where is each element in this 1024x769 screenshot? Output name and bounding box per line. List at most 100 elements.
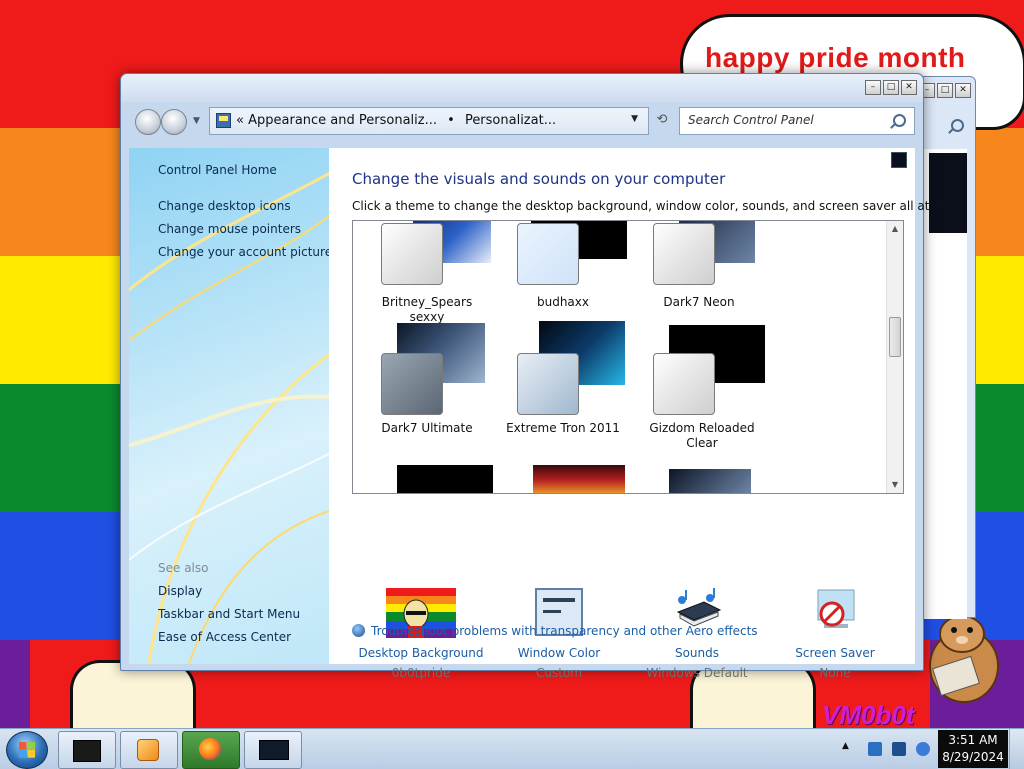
firefox-icon: [199, 738, 221, 760]
theme-item-britney[interactable]: Britney_Spears sexxy: [367, 221, 491, 327]
close-icon[interactable]: ✕: [955, 83, 971, 98]
hamster-image: [929, 615, 999, 703]
change-account-picture-link[interactable]: Change your account picture: [158, 245, 329, 259]
taskbar-item-explorer[interactable]: [58, 731, 116, 769]
show-hidden-icons-icon[interactable]: ▲: [842, 741, 849, 751]
background-window-thumbnail: [929, 153, 967, 233]
troubleshoot-label[interactable]: Troubleshoot problems with transparency …: [371, 624, 758, 638]
screen-saver-value: None: [819, 666, 851, 680]
scroll-thumb[interactable]: [889, 317, 901, 357]
recent-pages-dropdown[interactable]: ▼: [193, 116, 200, 126]
theme-list[interactable]: Britney_Spears sexxy budhaxx Dark7 Neon …: [352, 220, 904, 494]
theme-label: Dark7 Ultimate: [381, 421, 473, 435]
breadcrumb-prefix[interactable]: «: [236, 113, 244, 128]
change-desktop-icons-link[interactable]: Change desktop icons: [158, 199, 291, 213]
personalization-window: – □ ✕ ▼ « Appearance and Personaliz... •…: [120, 73, 966, 680]
theme-thumbnail: [653, 223, 715, 285]
theme-thumbnail: [653, 353, 715, 415]
troubleshoot-link[interactable]: Troubleshoot problems with transparency …: [352, 624, 758, 638]
theme-label: Dark7 Neon: [663, 295, 735, 309]
desktop-background-value: 0b0tpride: [391, 666, 451, 680]
taskbar-item-control-panel[interactable]: [244, 731, 302, 769]
display-link[interactable]: Display: [158, 584, 202, 598]
system-tray: ▲: [842, 731, 938, 767]
window-color-label[interactable]: Window Color: [489, 646, 629, 660]
caption-buttons: – □ ✕: [865, 80, 917, 95]
theme-thumbnail: [381, 353, 443, 415]
show-desktop-button[interactable]: [1009, 729, 1024, 769]
theme-thumbnail[interactable]: [533, 465, 625, 493]
minimize-icon[interactable]: –: [865, 80, 881, 95]
scroll-down-icon[interactable]: ▼: [887, 477, 903, 493]
ease-of-access-link[interactable]: Ease of Access Center: [158, 630, 291, 644]
see-also-heading: See also: [158, 561, 209, 575]
breadcrumb: « Appearance and Personaliz... • Persona…: [236, 113, 556, 128]
change-mouse-pointers-link[interactable]: Change mouse pointers: [158, 222, 301, 236]
theme-thumbnail: [517, 223, 579, 285]
close-icon[interactable]: ✕: [901, 80, 917, 95]
theme-thumbnail: [517, 353, 579, 415]
address-bar[interactable]: « Appearance and Personaliz... • Persona…: [209, 107, 649, 135]
breadcrumb-personalization[interactable]: Personalizat...: [465, 113, 556, 128]
maximize-icon[interactable]: □: [883, 80, 899, 95]
window-color-value: Custom: [536, 666, 582, 680]
theme-item-extreme-tron[interactable]: Extreme Tron 2011: [503, 321, 625, 435]
control-panel-home-link[interactable]: Control Panel Home: [158, 163, 277, 177]
help-icon[interactable]: [891, 152, 907, 168]
search-icon[interactable]: [951, 119, 964, 132]
page-title: Change the visuals and sounds on your co…: [352, 170, 726, 188]
breadcrumb-appearance[interactable]: Appearance and Personaliz...: [248, 113, 437, 128]
speech-bubble-text: happy pride month: [705, 42, 966, 73]
taskbar: ▲ 3:51 AM 8/29/2024: [0, 728, 1024, 769]
clock[interactable]: 3:51 AM 8/29/2024: [938, 730, 1008, 768]
clock-date: 8/29/2024: [942, 750, 1004, 764]
breadcrumb-separator[interactable]: •: [447, 113, 455, 128]
theme-thumbnail: [381, 223, 443, 285]
screen-saver-button[interactable]: Screen Saver None: [765, 588, 905, 688]
scroll-up-icon[interactable]: ▲: [887, 221, 903, 237]
navigation-bar: ▼ « Appearance and Personaliz... • Perso…: [127, 102, 917, 140]
theme-item-budhaxx[interactable]: budhaxx: [503, 221, 627, 327]
taskbar-start-menu-link[interactable]: Taskbar and Start Menu: [158, 607, 300, 621]
search-input[interactable]: Search Control Panel: [688, 113, 814, 127]
theme-item-dark7-ultimate[interactable]: Dark7 Ultimate: [367, 321, 487, 435]
sounds-value: Windows Default: [646, 666, 748, 680]
media-player-icon: [137, 739, 159, 761]
clock-time: 3:51 AM: [948, 733, 998, 747]
volume-icon[interactable]: [916, 742, 930, 756]
maximize-icon[interactable]: □: [937, 83, 953, 98]
theme-item-dark7-neon[interactable]: Dark7 Neon: [639, 221, 759, 327]
back-button[interactable]: [135, 109, 161, 135]
title-bar[interactable]: [121, 74, 923, 102]
search-box[interactable]: Search Control Panel: [679, 107, 915, 135]
sounds-label[interactable]: Sounds: [627, 646, 767, 660]
start-button[interactable]: [6, 731, 48, 769]
desktop-background-button[interactable]: Desktop Background 0b0tpride: [351, 588, 491, 688]
control-panel-icon: [259, 740, 289, 760]
control-panel-icon: [216, 113, 231, 128]
taskbar-item-firefox[interactable]: [182, 731, 240, 769]
theme-list-scrollbar[interactable]: ▲ ▼: [886, 221, 903, 493]
theme-thumbnail[interactable]: [397, 465, 493, 493]
search-icon[interactable]: [893, 114, 906, 127]
left-navigation-pane: Control Panel Home Change desktop icons …: [129, 148, 329, 664]
troubleshoot-icon: [352, 624, 365, 637]
network-icon[interactable]: [868, 742, 882, 756]
action-center-icon[interactable]: [892, 742, 906, 756]
theme-item-gizdom[interactable]: Gizdom Reloaded Clear: [639, 321, 765, 450]
window-color-button[interactable]: Window Color Custom: [489, 588, 629, 688]
background-window-caption-buttons: – □ ✕: [919, 83, 971, 98]
page-description: Click a theme to change the desktop back…: [352, 199, 966, 213]
screen-saver-icon: [817, 589, 855, 628]
address-dropdown-icon[interactable]: ▼: [631, 114, 638, 124]
explorer-icon: [73, 740, 101, 762]
forward-button[interactable]: [161, 109, 187, 135]
watermark-text: VM0b0t: [822, 700, 915, 730]
theme-thumbnail[interactable]: [669, 469, 751, 493]
screen-saver-label[interactable]: Screen Saver: [765, 646, 905, 660]
theme-label: Gizdom Reloaded Clear: [649, 421, 755, 450]
taskbar-item-media-player[interactable]: [120, 731, 178, 769]
refresh-icon[interactable]: ⟲: [647, 107, 677, 133]
sounds-button[interactable]: Sounds Windows Default: [627, 588, 767, 688]
desktop-background-label[interactable]: Desktop Background: [351, 646, 491, 660]
